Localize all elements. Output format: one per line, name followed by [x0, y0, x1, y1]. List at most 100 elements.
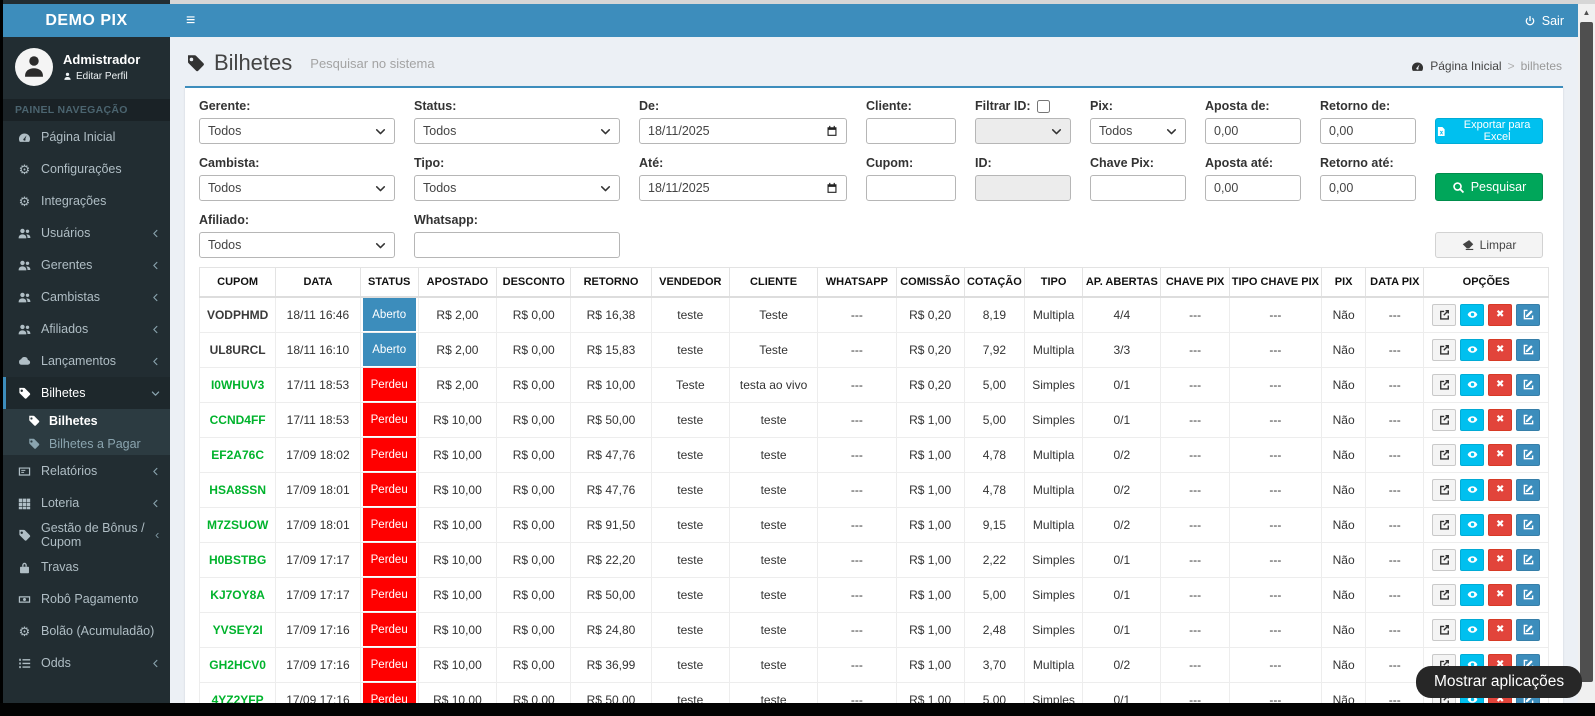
edit-button[interactable] — [1516, 304, 1540, 326]
edit-button[interactable] — [1516, 339, 1540, 361]
external-link-button[interactable] — [1432, 549, 1456, 571]
sidebar-item-cambistas[interactable]: Cambistas — [3, 281, 170, 313]
external-link-button[interactable] — [1432, 304, 1456, 326]
cell-status: Perdeu — [360, 577, 418, 612]
cell-data: 17/09 17:16 — [276, 682, 360, 703]
close-button[interactable]: ✖ — [1488, 304, 1512, 326]
sidebar-item-gerentes[interactable]: Gerentes — [3, 249, 170, 281]
close-button[interactable]: ✖ — [1488, 409, 1512, 431]
external-link-button[interactable] — [1432, 374, 1456, 396]
cell-tipo-chave-pix: --- — [1229, 577, 1321, 612]
cell-vendedor: teste — [651, 402, 729, 437]
cell-desconto: R$ 0,00 — [497, 402, 571, 437]
sidebar-item-robo-pagamento[interactable]: Robô Pagamento — [3, 583, 170, 615]
aposta-de-input[interactable] — [1205, 118, 1301, 144]
sidebar-item-relatorios[interactable]: Relatórios — [3, 455, 170, 487]
sidebar-item-afiliados[interactable]: Afiliados — [3, 313, 170, 345]
sidebar-item-bilhetes[interactable]: Bilhetes — [3, 377, 170, 409]
sidebar-item-usuarios[interactable]: Usuários — [3, 217, 170, 249]
external-link-button[interactable] — [1432, 584, 1456, 606]
sidebar-item-integracoes[interactable]: ⚙Integrações — [3, 185, 170, 217]
eye-button[interactable] — [1460, 514, 1484, 536]
sidebar-subitem-bilhetes[interactable]: Bilhetes — [3, 409, 170, 432]
sidebar-item-travas[interactable]: Travas — [3, 551, 170, 583]
chave-pix-input[interactable] — [1090, 175, 1186, 201]
sidebar-item-configuracoes[interactable]: ⚙Configurações — [3, 153, 170, 185]
sidebar-item-pagina-inicial[interactable]: Página Inicial — [3, 121, 170, 153]
edit-button[interactable] — [1516, 444, 1540, 466]
scrollbar-thumb[interactable] — [1580, 22, 1593, 682]
sidebar-subitem-bilhetes-a-pagar[interactable]: Bilhetes a Pagar — [3, 432, 170, 455]
close-button[interactable]: ✖ — [1488, 479, 1512, 501]
eye-button[interactable] — [1460, 409, 1484, 431]
hamburger-menu-icon[interactable]: ≡ — [170, 4, 211, 37]
cupom-input[interactable] — [866, 175, 956, 201]
retorno-de-input[interactable] — [1320, 118, 1416, 144]
date-from-input[interactable]: 18/11/2025 — [639, 118, 847, 144]
close-button[interactable]: ✖ — [1488, 549, 1512, 571]
eye-button[interactable] — [1460, 479, 1484, 501]
export-excel-button[interactable]: Exportar para Excel — [1435, 118, 1543, 144]
card-icon — [17, 465, 32, 478]
edit-button[interactable] — [1516, 374, 1540, 396]
aposta-ate-input[interactable] — [1205, 175, 1301, 201]
external-link-icon — [1439, 414, 1450, 425]
clear-button[interactable]: Limpar — [1435, 232, 1543, 258]
scrollbar-up-arrow[interactable]: ▲ — [1578, 4, 1595, 20]
edit-profile-link[interactable]: Editar Perfil — [63, 71, 140, 82]
tipo-select[interactable]: Todos — [414, 175, 620, 201]
edit-button[interactable] — [1516, 619, 1540, 641]
afiliado-select[interactable]: Todos — [199, 232, 395, 258]
close-button[interactable]: ✖ — [1488, 514, 1512, 536]
external-link-button[interactable] — [1432, 409, 1456, 431]
cell-data: 17/11 18:53 — [276, 402, 360, 437]
status-select[interactable]: Todos — [414, 118, 620, 144]
sidebar-item-loteria[interactable]: Loteria — [3, 487, 170, 519]
cell-tipo-chave-pix: --- — [1229, 472, 1321, 507]
calendar-icon[interactable] — [826, 182, 838, 194]
external-link-button[interactable] — [1432, 444, 1456, 466]
breadcrumb-home[interactable]: Página Inicial — [1430, 59, 1501, 73]
close-button[interactable]: ✖ — [1488, 584, 1512, 606]
logout-button[interactable]: Sair — [1510, 4, 1578, 37]
eye-button[interactable] — [1460, 584, 1484, 606]
search-button[interactable]: Pesquisar — [1435, 173, 1543, 201]
close-button[interactable]: ✖ — [1488, 339, 1512, 361]
edit-button[interactable] — [1516, 584, 1540, 606]
external-link-button[interactable] — [1432, 619, 1456, 641]
edit-button[interactable] — [1516, 479, 1540, 501]
edit-button[interactable] — [1516, 514, 1540, 536]
de-label: De: — [639, 98, 847, 114]
cambista-select[interactable]: Todos — [199, 175, 395, 201]
brand-logo[interactable]: DEMO PIX — [3, 4, 170, 37]
edit-button[interactable] — [1516, 409, 1540, 431]
sidebar-item-odds[interactable]: Odds — [3, 647, 170, 679]
external-link-button[interactable] — [1432, 514, 1456, 536]
eye-button[interactable] — [1460, 339, 1484, 361]
edit-button[interactable] — [1516, 549, 1540, 571]
calendar-icon[interactable] — [826, 125, 838, 137]
eye-button[interactable] — [1460, 374, 1484, 396]
close-button[interactable]: ✖ — [1488, 619, 1512, 641]
external-link-button[interactable] — [1432, 339, 1456, 361]
cell-cupom: UL8URCL — [200, 332, 276, 367]
filtrar-id-checkbox[interactable] — [1037, 100, 1050, 113]
cell-opcoes: ✖ — [1424, 577, 1549, 612]
sidebar-item-gestao-de-bonus-cupom[interactable]: Gestão de Bônus / Cupom — [3, 519, 170, 551]
close-button[interactable]: ✖ — [1488, 374, 1512, 396]
sidebar-item-bolao-acumuladao[interactable]: ⚙Bolão (Acumuladão) — [3, 615, 170, 647]
sidebar-item-lancamentos[interactable]: Lançamentos — [3, 345, 170, 377]
gerente-select[interactable]: Todos — [199, 118, 395, 144]
whatsapp-input[interactable] — [414, 232, 620, 258]
retorno-ate-input[interactable] — [1320, 175, 1416, 201]
external-link-button[interactable] — [1432, 479, 1456, 501]
cliente-input[interactable] — [866, 118, 956, 144]
eye-button[interactable] — [1460, 444, 1484, 466]
eye-button[interactable] — [1460, 304, 1484, 326]
eye-button[interactable] — [1460, 549, 1484, 571]
close-button[interactable]: ✖ — [1488, 444, 1512, 466]
date-to-input[interactable]: 18/11/2025 — [639, 175, 847, 201]
pix-select[interactable]: Todos — [1090, 118, 1186, 144]
cell-ap-abertas: 0/1 — [1083, 402, 1161, 437]
eye-button[interactable] — [1460, 619, 1484, 641]
